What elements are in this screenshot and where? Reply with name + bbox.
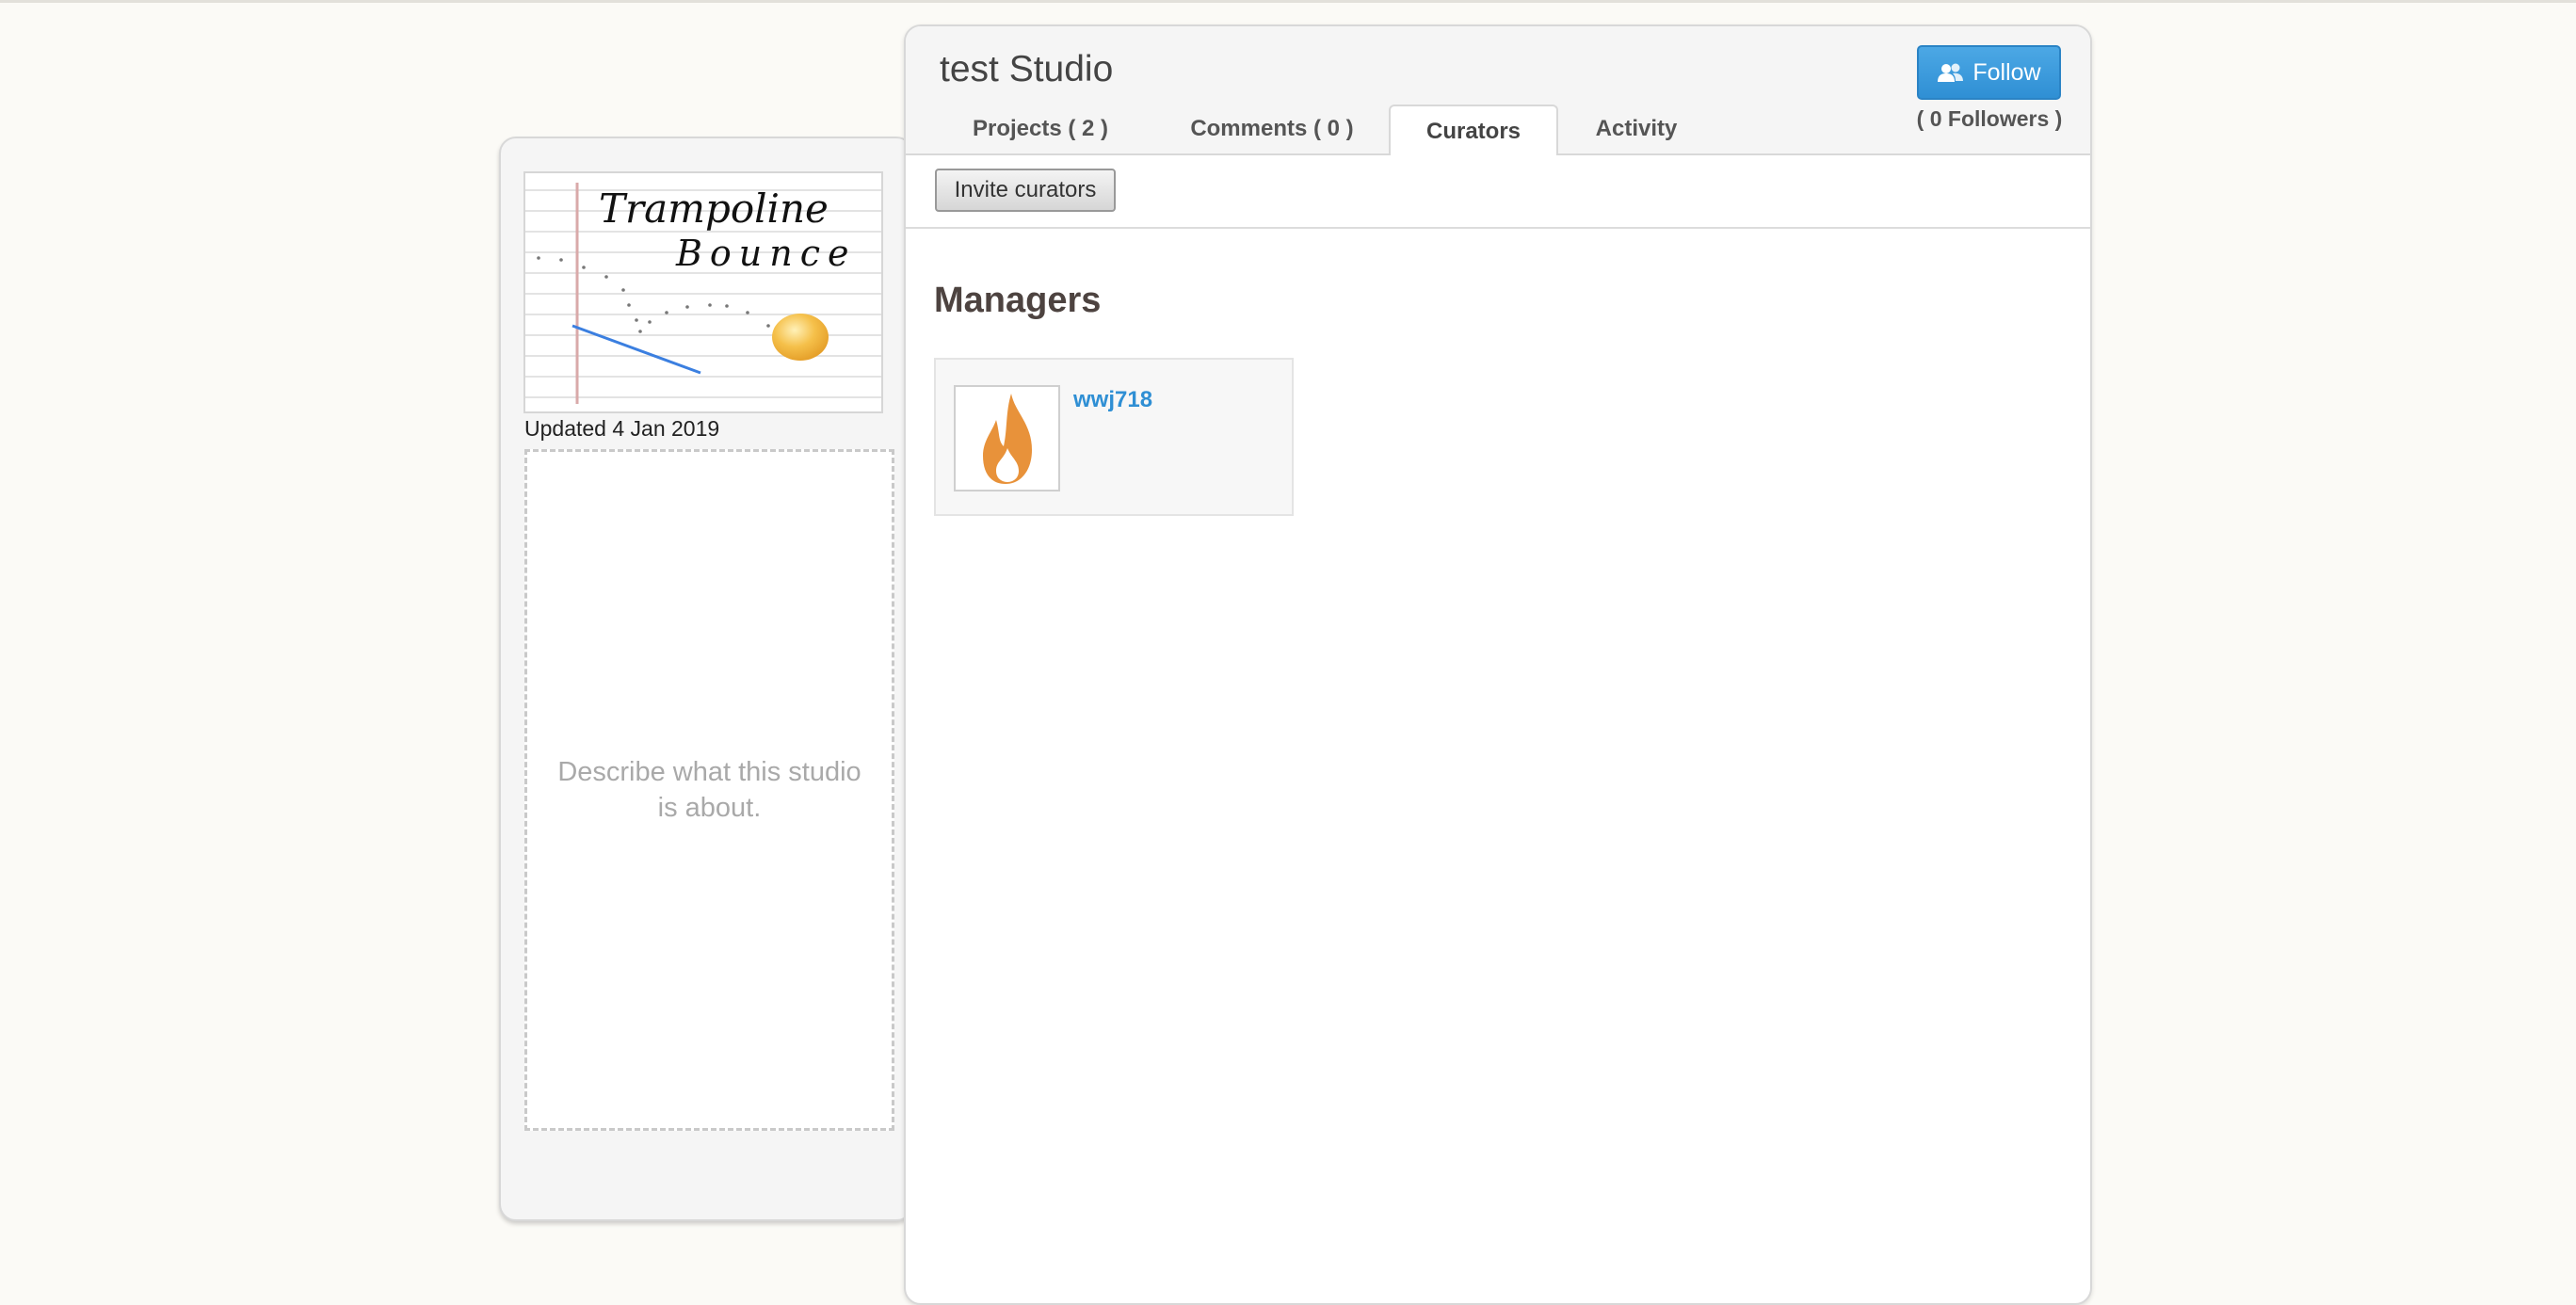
follow-button[interactable]: Follow [1917, 45, 2061, 100]
managers-heading: Managers [934, 281, 1102, 320]
invite-curators-button[interactable]: Invite curators [935, 169, 1116, 212]
page-title: test Studio [940, 49, 1114, 89]
tab-comments[interactable]: Comments ( 0 ) [1173, 105, 1371, 153]
studio-main-panel: test Studio Projects ( 2 ) Comments ( 0 … [904, 24, 2092, 1305]
follow-button-label: Follow [1972, 58, 2041, 86]
manager-username-link[interactable]: wwj718 [1073, 387, 1152, 413]
flame-icon [979, 392, 1036, 486]
studio-thumbnail[interactable]: Trampoline Bounce [523, 171, 883, 413]
followers-count: ( 0 Followers ) [1916, 106, 2063, 131]
users-icon [1937, 62, 1965, 83]
thumbnail-title-line2: Bounce [675, 233, 857, 274]
studio-header: test Studio Projects ( 2 ) Comments ( 0 … [906, 26, 2090, 157]
tab-projects[interactable]: Projects ( 2 ) [951, 105, 1130, 153]
manager-card: wwj718 [934, 358, 1294, 516]
studio-description-field[interactable]: Describe what this studio is about. [524, 449, 894, 1131]
curators-toolbar: Invite curators [906, 155, 2090, 229]
thumbnail-title-line1: Trampoline [599, 185, 829, 232]
tab-curators[interactable]: Curators [1389, 105, 1558, 157]
studio-updated-date: Updated 4 Jan 2019 [524, 416, 720, 441]
top-divider [0, 0, 2576, 3]
avatar[interactable] [954, 385, 1060, 491]
description-placeholder: Describe what this studio is about. [557, 757, 861, 823]
tab-activity[interactable]: Activity [1580, 105, 1693, 153]
